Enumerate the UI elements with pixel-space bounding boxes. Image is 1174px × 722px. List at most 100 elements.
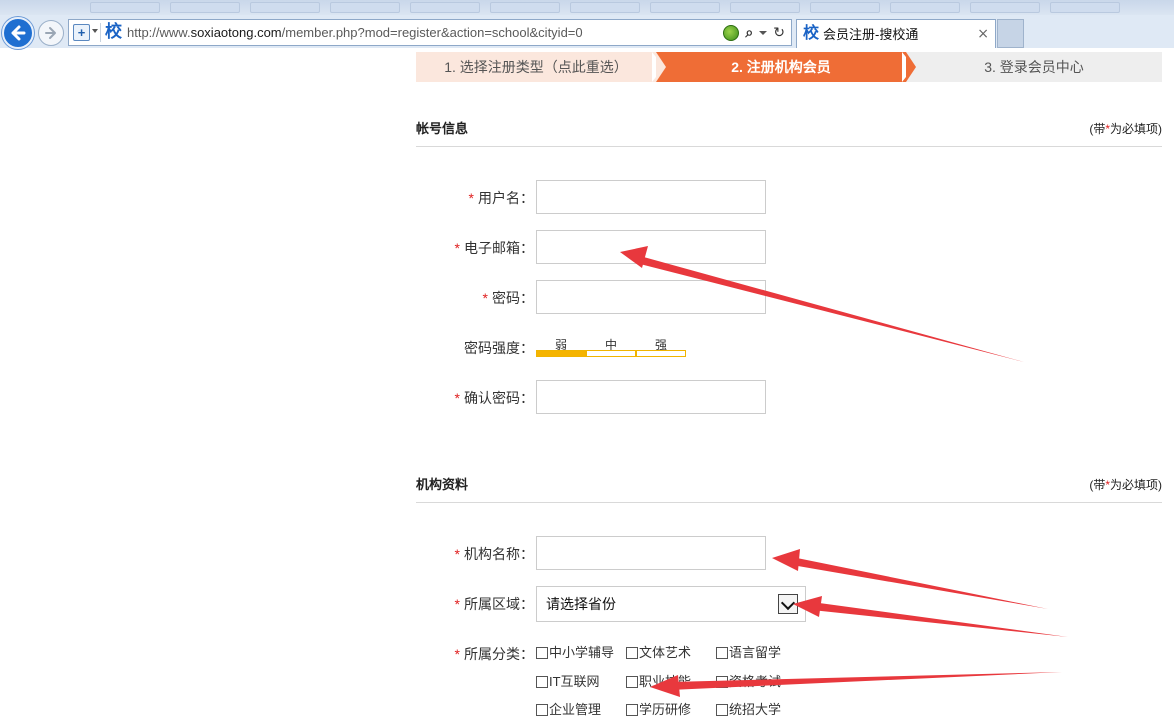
back-button[interactable] xyxy=(2,17,34,49)
province-select[interactable]: 请选择省份 xyxy=(536,586,806,622)
annotation-arrow-shaft xyxy=(792,557,1048,609)
org-name-input[interactable] xyxy=(536,536,766,570)
password-strength-meter: 弱 中 强 xyxy=(536,338,686,358)
strength-bar-weak xyxy=(536,350,586,357)
address-tools: ⌕ ↻ xyxy=(723,23,785,43)
tab-favicon: 校 xyxy=(803,23,820,42)
checkbox[interactable] xyxy=(626,676,638,688)
required-note: (带*为必填项) xyxy=(1089,121,1162,137)
email-label: * 电子邮箱： xyxy=(455,239,534,257)
step-separator xyxy=(906,52,916,82)
category-checkbox[interactable]: 企业管理 xyxy=(536,702,601,718)
background-tabs-strip xyxy=(0,0,1174,15)
category-checkbox[interactable]: 职业技能 xyxy=(626,674,691,690)
category-checkbox[interactable]: IT互联网 xyxy=(536,674,600,690)
password-input[interactable] xyxy=(536,280,766,314)
background-tab[interactable] xyxy=(810,2,880,13)
category-checkbox[interactable]: 文体艺术 xyxy=(626,645,691,661)
tab-title: 会员注册-搜校通 xyxy=(823,27,919,42)
background-tab[interactable] xyxy=(1050,2,1120,13)
checkbox[interactable] xyxy=(536,647,548,659)
site-security-icon[interactable]: + xyxy=(73,24,90,41)
background-tab[interactable] xyxy=(650,2,720,13)
region-label: * 所属区域： xyxy=(455,595,534,613)
url-path: /member.php?mod=register&action=school&c… xyxy=(281,25,583,40)
address-bar[interactable]: + 校 http://www.soxiaotong.com/member.php… xyxy=(68,19,792,46)
category-label-text: 学历研修 xyxy=(639,702,692,717)
category-checkbox[interactable]: 语言留学 xyxy=(716,645,781,661)
checkbox[interactable] xyxy=(536,676,548,688)
browser-toolbar: + 校 http://www.soxiaotong.com/member.php… xyxy=(0,0,1174,49)
checkbox[interactable] xyxy=(536,704,548,716)
active-tab[interactable]: 校 会员注册-搜校通 × xyxy=(796,19,996,48)
checkbox[interactable] xyxy=(626,647,638,659)
forward-button[interactable] xyxy=(38,20,64,46)
divider xyxy=(416,502,1162,503)
category-label-text: 企业管理 xyxy=(549,702,602,717)
background-tab[interactable] xyxy=(730,2,800,13)
chevron-down-icon[interactable] xyxy=(92,29,98,33)
annotation-arrow-head xyxy=(772,549,800,571)
username-input[interactable] xyxy=(536,180,766,214)
required-star: * xyxy=(454,240,460,256)
background-tab[interactable] xyxy=(170,2,240,13)
label-text: 机构名称： xyxy=(464,546,534,562)
step-label: 1. 选择注册类型（点此重选） xyxy=(444,59,628,75)
note-text: 为必填项) xyxy=(1110,478,1162,492)
background-tab[interactable] xyxy=(90,2,160,13)
background-tab[interactable] xyxy=(570,2,640,13)
category-label-text: 语言留学 xyxy=(729,645,782,660)
email-input[interactable] xyxy=(536,230,766,264)
url-text[interactable]: http://www.soxiaotong.com/member.php?mod… xyxy=(127,25,583,41)
annotation-arrow-shaft xyxy=(812,602,1068,637)
annotation-arrow xyxy=(793,596,1068,637)
background-tab[interactable] xyxy=(250,2,320,13)
section-title-organization: 机构资料 xyxy=(416,477,469,492)
step-label: 3. 登录会员中心 xyxy=(984,59,1084,75)
category-checkbox[interactable]: 统招大学 xyxy=(716,702,781,718)
background-tab[interactable] xyxy=(410,2,480,13)
category-checkbox[interactable]: 资格考试 xyxy=(716,674,781,690)
new-tab-button[interactable] xyxy=(997,19,1024,48)
category-label-text: 中小学辅导 xyxy=(549,645,615,660)
checkbox[interactable] xyxy=(716,704,728,716)
annotation-arrow xyxy=(650,672,1062,697)
divider xyxy=(100,23,101,42)
password-label: * 密码： xyxy=(483,289,534,307)
search-icon[interactable]: ⌕ xyxy=(745,25,753,41)
section-title-account: 帐号信息 xyxy=(416,121,469,136)
background-tab[interactable] xyxy=(890,2,960,13)
checkbox[interactable] xyxy=(716,676,728,688)
forward-arrow-icon xyxy=(45,27,56,39)
required-star: * xyxy=(454,646,460,662)
chevron-down-icon[interactable] xyxy=(778,594,798,614)
url-prefix: http://www. xyxy=(127,25,191,40)
confirm-password-input[interactable] xyxy=(536,380,766,414)
step-label: 2. 注册机构会员 xyxy=(731,59,831,75)
required-star: * xyxy=(482,290,488,306)
strength-bar-medium xyxy=(586,350,636,357)
required-star: * xyxy=(454,390,460,406)
note-text: (带 xyxy=(1089,478,1106,492)
background-tab[interactable] xyxy=(970,2,1040,13)
category-label-text: 职业技能 xyxy=(639,674,692,689)
required-star: * xyxy=(454,546,460,562)
url-domain: soxiaotong.com xyxy=(190,25,282,40)
label-text: 确认密码： xyxy=(464,390,534,406)
checkbox[interactable] xyxy=(626,704,638,716)
confirm-password-label: * 确认密码： xyxy=(455,389,534,407)
required-star: * xyxy=(454,596,460,612)
compatibility-view-icon[interactable] xyxy=(723,25,740,41)
step-select-type[interactable]: 1. 选择注册类型（点此重选） xyxy=(416,52,656,82)
note-text: (带 xyxy=(1089,122,1106,136)
refresh-icon[interactable]: ↻ xyxy=(773,25,785,41)
category-checkbox[interactable]: 学历研修 xyxy=(626,702,691,718)
category-checkbox[interactable]: 中小学辅导 xyxy=(536,645,614,661)
close-icon[interactable]: × xyxy=(977,26,989,42)
background-tab[interactable] xyxy=(330,2,400,13)
dropdown-arrow-icon[interactable] xyxy=(759,29,768,37)
background-tab[interactable] xyxy=(490,2,560,13)
registration-steps: 1. 选择注册类型（点此重选） 2. 注册机构会员 3. 登录会员中心 xyxy=(416,52,1162,82)
checkbox[interactable] xyxy=(716,647,728,659)
label-text: 用户名： xyxy=(478,190,534,206)
